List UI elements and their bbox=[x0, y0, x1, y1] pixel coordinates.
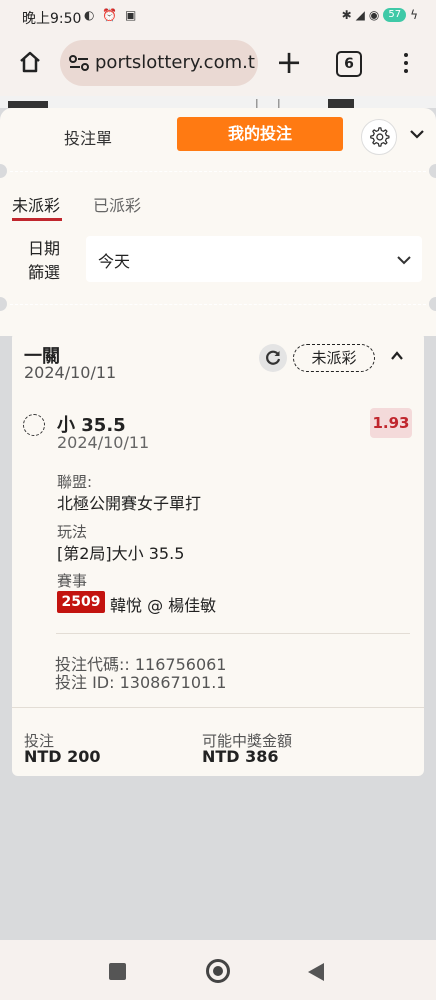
tab-unsettled[interactable]: 未派彩 bbox=[12, 192, 60, 216]
notch bbox=[429, 297, 436, 311]
battery-icon: 57 bbox=[383, 8, 407, 22]
home-icon bbox=[20, 51, 40, 73]
page-behind-fragment bbox=[8, 99, 354, 108]
divider bbox=[12, 707, 424, 708]
home-nav-icon bbox=[213, 966, 223, 976]
bet-id: 投注 ID: 130867101.1 bbox=[55, 673, 227, 692]
date-filter-label: 日期 篩選 bbox=[26, 237, 62, 285]
chevron-up-icon bbox=[391, 351, 403, 360]
collapse-panel-button[interactable] bbox=[408, 125, 426, 143]
bluetooth-icon: ✱ bbox=[341, 8, 352, 22]
event-code-badge: 2509 bbox=[57, 591, 105, 613]
status-time: 晚上9:50 bbox=[22, 11, 82, 27]
market-label: 玩法 bbox=[57, 523, 88, 541]
selection-status-icon bbox=[23, 414, 45, 436]
gear-icon bbox=[370, 127, 390, 147]
page-behind-strip bbox=[0, 96, 436, 108]
browser-menu-button[interactable] bbox=[398, 46, 414, 80]
bet-date: 2024/10/11 bbox=[24, 363, 117, 382]
potential-payout-value: NTD 386 bbox=[202, 747, 279, 766]
refresh-icon bbox=[266, 350, 281, 365]
home-button[interactable] bbox=[14, 46, 46, 78]
stake-value: NTD 200 bbox=[24, 747, 101, 766]
event-label: 賽事 bbox=[57, 572, 88, 590]
active-tab-indicator bbox=[12, 218, 62, 221]
signal-icon: ◢ bbox=[355, 8, 365, 22]
date-filter-select[interactable] bbox=[86, 236, 422, 282]
tab-switcher-button[interactable]: 6 bbox=[336, 51, 362, 77]
recents-button[interactable] bbox=[109, 963, 126, 980]
new-tab-button[interactable]: + bbox=[272, 46, 306, 80]
charging-icon: ϟ bbox=[410, 8, 418, 22]
tab-my-bets[interactable]: 我的投注 bbox=[177, 117, 343, 151]
date-filter-value[interactable]: 今天 bbox=[98, 248, 130, 272]
odds-badge: 1.93 bbox=[370, 408, 412, 438]
event-teams: 韓悅 @ 楊佳敏 bbox=[110, 596, 217, 615]
tab-settled[interactable]: 已派彩 bbox=[93, 192, 141, 216]
divider bbox=[56, 633, 410, 634]
tab-betslip[interactable]: 投注單 bbox=[64, 125, 112, 149]
market-value: [第2局]大小 35.5 bbox=[57, 544, 185, 563]
league-value: 北極公開賽女子單打 bbox=[57, 494, 202, 513]
site-settings-icon[interactable] bbox=[68, 54, 90, 72]
divider bbox=[10, 171, 426, 172]
status-badge: 未派彩 bbox=[293, 344, 375, 372]
notification-icons: ◐ ⏰ ▣ bbox=[84, 8, 139, 22]
system-icons: ✱ ◢ ◉ 57 ϟ bbox=[342, 8, 418, 22]
selection-date: 2024/10/11 bbox=[57, 433, 150, 452]
chevron-down-icon bbox=[410, 130, 424, 139]
back-button[interactable] bbox=[308, 963, 324, 981]
collapse-card-button[interactable] bbox=[389, 348, 405, 364]
divider bbox=[10, 304, 426, 305]
chevron-down-icon[interactable] bbox=[396, 252, 412, 268]
league-label: 聯盟: bbox=[57, 473, 93, 491]
notch bbox=[429, 164, 436, 178]
url-text[interactable]: portslottery.com.tw bbox=[95, 52, 255, 73]
wifi-icon: ◉ bbox=[368, 8, 380, 22]
settings-button[interactable] bbox=[361, 119, 397, 155]
date-filter-label-line1: 日期 bbox=[27, 239, 60, 258]
refresh-button[interactable] bbox=[259, 344, 287, 372]
date-filter-label-line2: 篩選 bbox=[27, 263, 60, 282]
